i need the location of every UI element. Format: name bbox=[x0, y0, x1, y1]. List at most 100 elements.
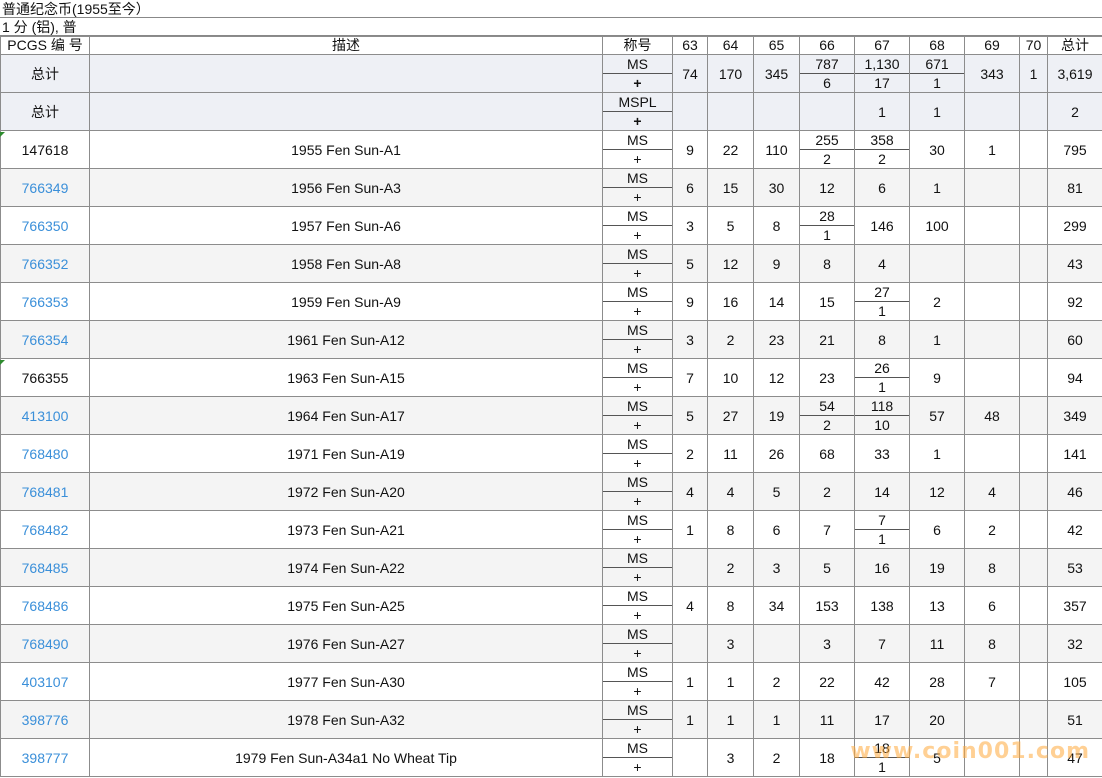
split-bottom: + bbox=[633, 341, 642, 357]
split-stack: MS + bbox=[603, 588, 672, 624]
split-bottom: + bbox=[633, 607, 642, 623]
coin-description: 1971 Fen Sun-A19 bbox=[89, 434, 603, 473]
coin-description: 1956 Fen Sun-A3 bbox=[89, 168, 603, 207]
pcgs-id-link[interactable]: 766352 bbox=[22, 256, 69, 272]
grade-count: 30 bbox=[909, 130, 965, 169]
pcgs-id-link[interactable]: 766350 bbox=[22, 218, 69, 234]
split-cell: MS + bbox=[602, 130, 673, 169]
split-cell: MS + bbox=[602, 168, 673, 207]
split-top: MS bbox=[603, 512, 672, 530]
split-cell: MS + bbox=[602, 510, 673, 549]
grade-count: 4 bbox=[964, 472, 1020, 511]
table-row: 398776 1978 Fen Sun-A32 MS +1 1 1 11 17 20 51 bbox=[0, 700, 1102, 739]
pcgs-id-link[interactable]: 403107 bbox=[22, 674, 69, 690]
pcgs-id-link[interactable]: 766353 bbox=[22, 294, 69, 310]
split-bottom: + bbox=[633, 531, 642, 547]
split-top: 28 bbox=[800, 208, 854, 226]
split-top: 26 bbox=[855, 360, 909, 378]
split-cell: 787 6 bbox=[799, 54, 855, 93]
split-bottom: + bbox=[633, 227, 642, 243]
split-stack: MSPL + bbox=[603, 94, 672, 130]
pcgs-id-link[interactable]: 768482 bbox=[22, 522, 69, 538]
split-stack: 26 1 bbox=[855, 360, 909, 396]
pcgs-id: 413100 bbox=[0, 396, 90, 435]
split-stack: MS + bbox=[603, 702, 672, 738]
grade-count bbox=[964, 434, 1020, 473]
total-label: 总计 bbox=[0, 92, 90, 131]
table-row: 766353 1959 Fen Sun-A9 MS +9 16 14 15 27 1 2 92 bbox=[0, 282, 1102, 321]
grade-count bbox=[1019, 472, 1048, 511]
split-top: MS bbox=[603, 360, 672, 378]
grade-count bbox=[964, 244, 1020, 283]
split-stack: MS + bbox=[603, 740, 672, 776]
split-cell: MS + bbox=[602, 358, 673, 397]
pcgs-id-link[interactable]: 768481 bbox=[22, 484, 69, 500]
split-stack: MS + bbox=[603, 56, 672, 92]
grade-count: 2 bbox=[707, 548, 754, 587]
split-top: MS bbox=[603, 550, 672, 568]
pcgs-id-link[interactable]: 768485 bbox=[22, 560, 69, 576]
split-stack: 255 2 bbox=[800, 132, 854, 168]
split-cell: MS + bbox=[602, 54, 673, 93]
coin-description: 1975 Fen Sun-A25 bbox=[89, 586, 603, 625]
split-bottom: 2 bbox=[878, 151, 886, 167]
pcgs-id-link[interactable]: 413100 bbox=[22, 408, 69, 424]
header-designation: 称号 bbox=[602, 36, 673, 55]
split-stack: 358 2 bbox=[855, 132, 909, 168]
pcgs-id: 766349 bbox=[0, 168, 90, 207]
split-cell: MSPL + bbox=[602, 92, 673, 131]
pcgs-id-link[interactable]: 768490 bbox=[22, 636, 69, 652]
grade-count: 6 bbox=[672, 168, 708, 207]
grade-count: 33 bbox=[854, 434, 910, 473]
grade-count: 12 bbox=[707, 244, 754, 283]
grade-count: 8 bbox=[964, 624, 1020, 663]
grade-count: 9 bbox=[672, 282, 708, 321]
coin-description: 1972 Fen Sun-A20 bbox=[89, 472, 603, 511]
pcgs-id-link[interactable]: 766349 bbox=[22, 180, 69, 196]
coin-description: 1979 Fen Sun-A34a1 No Wheat Tip bbox=[89, 738, 603, 777]
grade-count: 18 bbox=[799, 738, 855, 777]
grade-count: 345 bbox=[753, 54, 800, 93]
pcgs-id: 768490 bbox=[0, 624, 90, 663]
split-bottom: + bbox=[633, 379, 642, 395]
pcgs-id: 147618 bbox=[0, 130, 90, 169]
split-bottom: + bbox=[633, 189, 642, 205]
pcgs-id-link[interactable]: 768480 bbox=[22, 446, 69, 462]
grade-count: 57 bbox=[909, 396, 965, 435]
split-bottom: + bbox=[633, 759, 642, 775]
pcgs-id-link[interactable]: 766354 bbox=[22, 332, 69, 348]
pcgs-id-link[interactable]: 768486 bbox=[22, 598, 69, 614]
split-top: MS bbox=[603, 170, 672, 188]
header-grade: 66 bbox=[799, 36, 855, 55]
split-cell: MS + bbox=[602, 434, 673, 473]
grade-count: 6 bbox=[854, 168, 910, 207]
split-cell: MS + bbox=[602, 662, 673, 701]
pcgs-id: 766353 bbox=[0, 282, 90, 321]
grade-count: 146 bbox=[854, 206, 910, 245]
pcgs-id-link[interactable]: 398777 bbox=[22, 750, 69, 766]
grade-count: 2 bbox=[964, 510, 1020, 549]
grade-count: 15 bbox=[799, 282, 855, 321]
grade-count: 14 bbox=[753, 282, 800, 321]
split-stack: MS + bbox=[603, 360, 672, 396]
split-top: MS bbox=[603, 740, 672, 758]
split-top: MS bbox=[603, 246, 672, 264]
grade-count: 4 bbox=[854, 244, 910, 283]
split-cell: MS + bbox=[602, 548, 673, 587]
split-cell: 27 1 bbox=[854, 282, 910, 321]
grade-count: 10 bbox=[707, 358, 754, 397]
split-top: MS bbox=[603, 626, 672, 644]
grade-count: 2 bbox=[909, 282, 965, 321]
row-total: 60 bbox=[1047, 320, 1102, 359]
pcgs-id: 768485 bbox=[0, 548, 90, 587]
grade-count bbox=[672, 92, 708, 131]
grade-count: 8 bbox=[707, 586, 754, 625]
grade-count: 1 bbox=[909, 320, 965, 359]
grade-count: 2 bbox=[672, 434, 708, 473]
split-bottom: 2 bbox=[823, 151, 831, 167]
grade-count bbox=[964, 92, 1020, 131]
grade-count: 7 bbox=[672, 358, 708, 397]
grade-count bbox=[964, 700, 1020, 739]
pcgs-id-link[interactable]: 398776 bbox=[22, 712, 69, 728]
grade-count: 12 bbox=[753, 358, 800, 397]
